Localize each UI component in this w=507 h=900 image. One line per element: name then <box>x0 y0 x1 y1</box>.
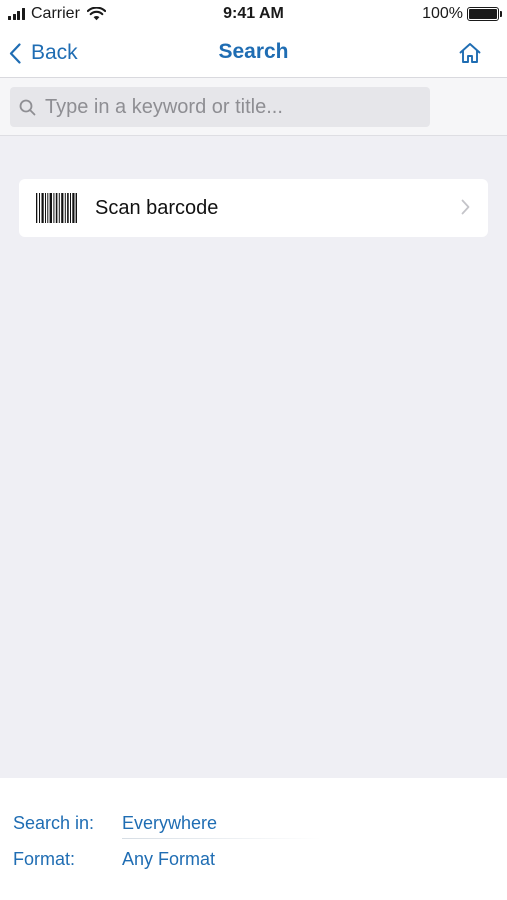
scan-barcode-row[interactable]: Scan barcode <box>19 179 488 237</box>
search-in-row[interactable]: Search in: Everywhere <box>13 808 217 838</box>
format-value[interactable]: Any Format <box>122 849 215 870</box>
filter-divider <box>122 838 322 839</box>
search-in-value[interactable]: Everywhere <box>122 813 217 834</box>
format-label: Format: <box>13 848 76 869</box>
battery-percentage: 100% <box>422 5 463 22</box>
barcode-icon <box>36 193 77 223</box>
search-bar <box>0 78 507 136</box>
chevron-right-icon <box>461 199 470 215</box>
navigation-bar: Back Search <box>0 30 507 78</box>
battery-cap <box>500 11 502 17</box>
home-icon[interactable] <box>458 41 482 65</box>
filter-panel: Search in: Everywhere Format: Any Format <box>0 778 507 900</box>
search-field[interactable] <box>10 87 430 127</box>
status-bar: Carrier 9:41 AM 100% <box>0 0 507 30</box>
scan-barcode-label: Scan barcode <box>95 196 219 219</box>
search-in-label: Search in: <box>13 812 95 833</box>
search-input[interactable] <box>45 95 425 119</box>
battery-fill <box>469 9 497 19</box>
search-icon <box>19 99 36 115</box>
page-title: Search <box>218 40 289 63</box>
format-row[interactable]: Format: Any Format <box>13 844 215 874</box>
status-right: 100% <box>422 5 502 23</box>
battery-icon <box>467 7 502 21</box>
